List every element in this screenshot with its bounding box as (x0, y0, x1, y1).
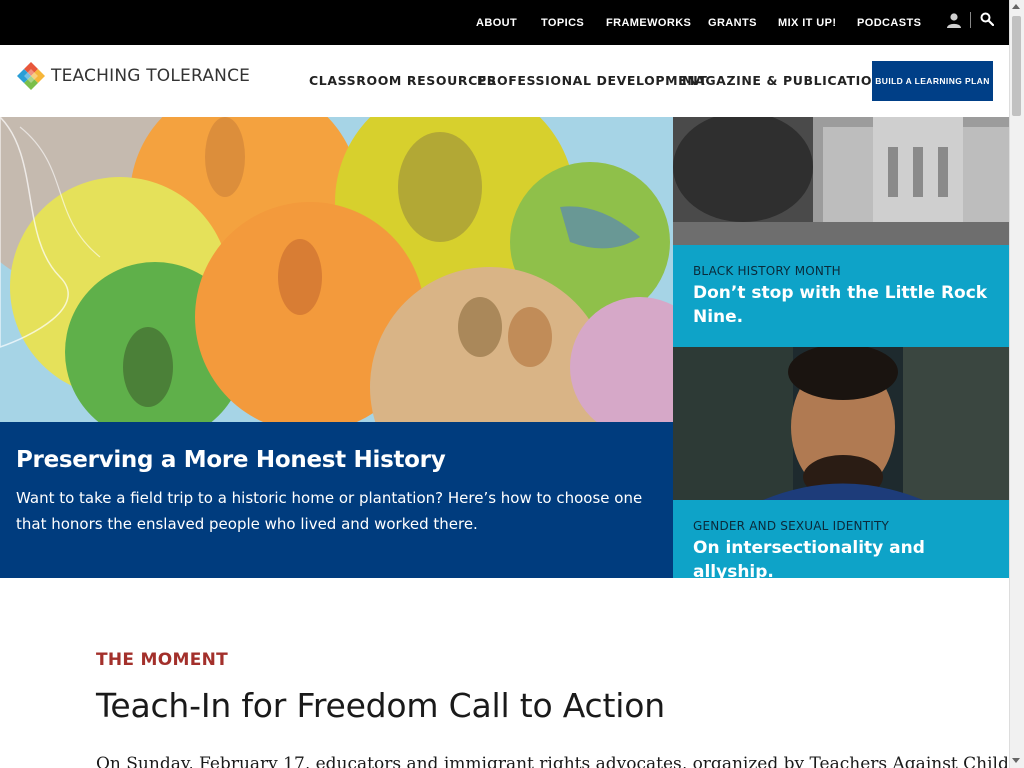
utility-link-mix-it-up[interactable]: MIX IT UP! (778, 17, 836, 29)
utility-link-grants[interactable]: GRANTS (708, 17, 757, 29)
nav-professional-development[interactable]: PROFESSIONAL DEVELOPMENT (477, 73, 707, 88)
card-image-portrait[interactable] (673, 347, 1009, 500)
icon-divider (970, 12, 971, 28)
card-image-little-rock[interactable] (673, 117, 1009, 245)
nav-magazine-publications[interactable]: MAGAZINE & PUBLICATIONS (682, 73, 893, 88)
hero-image[interactable] (0, 117, 673, 422)
card-kicker-black-history: BLACK HISTORY MONTH (693, 264, 841, 278)
logo-icon[interactable] (16, 61, 46, 91)
nav-classroom-resources[interactable]: CLASSROOM RESOURCES (309, 73, 497, 88)
moment-body: On Sunday, February 17, educators and im… (96, 754, 1009, 768)
scroll-down-arrow-icon[interactable] (1012, 758, 1020, 763)
card-kicker-gender: GENDER AND SEXUAL IDENTITY (693, 519, 890, 533)
build-learning-plan-button[interactable]: BUILD A LEARNING PLAN (872, 61, 993, 101)
utility-link-podcasts[interactable]: PODCASTS (857, 17, 921, 29)
portrait-photo (673, 347, 1009, 500)
moment-kicker: THE MOMENT (96, 650, 229, 670)
card-title-little-rock[interactable]: Don’t stop with the Little Rock Nine. (693, 281, 993, 329)
logo-text[interactable]: TEACHING TOLERANCE (51, 66, 250, 86)
card-title-intersectionality[interactable]: On intersectionality and allyship. (693, 536, 993, 584)
scrollbar-thumb[interactable] (1012, 16, 1021, 116)
search-icon[interactable] (980, 12, 994, 26)
hero-title[interactable]: Preserving a More Honest History (16, 447, 446, 473)
school-photo (673, 117, 1009, 245)
utility-link-frameworks[interactable]: FRAMEWORKS (606, 17, 691, 29)
utility-link-topics[interactable]: TOPICS (541, 17, 584, 29)
hero-illustration (0, 117, 673, 422)
hero-description: Want to take a field trip to a historic … (16, 489, 643, 533)
moment-title[interactable]: Teach-In for Freedom Call to Action (96, 686, 665, 725)
user-icon[interactable] (946, 12, 962, 28)
scroll-up-arrow-icon[interactable] (1012, 4, 1020, 9)
utility-link-about[interactable]: ABOUT (476, 17, 517, 29)
